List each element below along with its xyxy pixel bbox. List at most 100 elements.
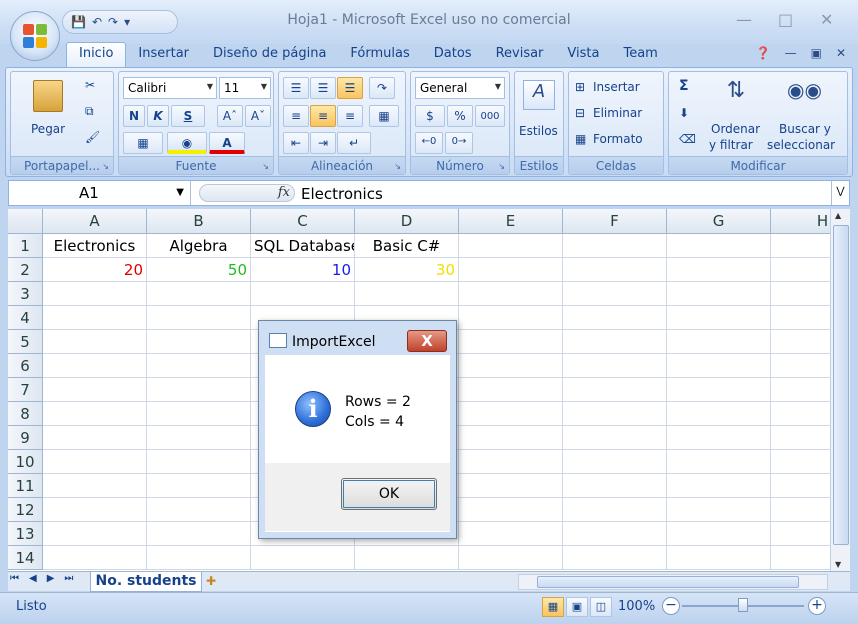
alignment-launcher-icon[interactable]: ↘ xyxy=(394,162,401,171)
cell-b14[interactable] xyxy=(147,546,251,570)
orientation-icon[interactable]: ↷ xyxy=(369,77,395,99)
clear-icon[interactable]: ⌫ xyxy=(679,132,696,146)
sort-filter-label-1[interactable]: Ordenar xyxy=(711,122,760,136)
cell-f12[interactable] xyxy=(563,498,667,522)
cell-g8[interactable] xyxy=(667,402,771,426)
cell-h2[interactable] xyxy=(771,258,830,282)
align-right-icon[interactable]: ≡ xyxy=(337,105,363,127)
column-header-c[interactable]: C xyxy=(251,209,355,234)
cell-h12[interactable] xyxy=(771,498,830,522)
row-header[interactable]: 13 xyxy=(8,522,43,546)
cell-f7[interactable] xyxy=(563,378,667,402)
cell-g11[interactable] xyxy=(667,474,771,498)
select-all-button[interactable] xyxy=(8,209,43,234)
cell-g1[interactable] xyxy=(667,234,771,258)
fill-color-icon[interactable]: ◉ xyxy=(167,132,207,154)
cell-b6[interactable] xyxy=(147,354,251,378)
cell-f10[interactable] xyxy=(563,450,667,474)
row-header[interactable]: 8 xyxy=(8,402,43,426)
cell-f9[interactable] xyxy=(563,426,667,450)
cell-e13[interactable] xyxy=(459,522,563,546)
zoom-in-icon[interactable]: + xyxy=(808,597,826,615)
cell-e1[interactable] xyxy=(459,234,563,258)
cell-d1[interactable]: Basic C# xyxy=(355,234,459,258)
workbook-minimize-icon[interactable]: — xyxy=(785,46,797,60)
cell-a10[interactable] xyxy=(43,450,147,474)
tab-revisar[interactable]: Revisar xyxy=(484,42,556,68)
format-cells-icon[interactable]: ▦ xyxy=(575,132,586,146)
cell-e8[interactable] xyxy=(459,402,563,426)
decrease-indent-icon[interactable]: ⇤ xyxy=(283,132,309,154)
cell-h5[interactable] xyxy=(771,330,830,354)
name-box[interactable]: A1 ▼ xyxy=(9,181,191,205)
workbook-close-icon[interactable]: ✕ xyxy=(836,46,846,60)
cell-f3[interactable] xyxy=(563,282,667,306)
cell-g13[interactable] xyxy=(667,522,771,546)
paste-icon[interactable] xyxy=(33,80,63,112)
cell-f5[interactable] xyxy=(563,330,667,354)
tab-formulas[interactable]: Fórmulas xyxy=(338,42,421,68)
cell-e3[interactable] xyxy=(459,282,563,306)
cell-a6[interactable] xyxy=(43,354,147,378)
cell-h6[interactable] xyxy=(771,354,830,378)
increase-indent-icon[interactable]: ⇥ xyxy=(310,132,336,154)
tab-insertar[interactable]: Insertar xyxy=(126,42,201,68)
cell-h11[interactable] xyxy=(771,474,830,498)
increase-decimal-icon[interactable]: ←0 xyxy=(415,132,443,154)
font-name-combo[interactable]: Calibri ▼ xyxy=(123,77,217,99)
paste-button[interactable]: Pegar xyxy=(31,122,65,136)
cell-f4[interactable] xyxy=(563,306,667,330)
cell-c1[interactable]: SQL Databases xyxy=(251,234,355,258)
cell-a9[interactable] xyxy=(43,426,147,450)
cell-b8[interactable] xyxy=(147,402,251,426)
cell-a11[interactable] xyxy=(43,474,147,498)
scroll-down-icon[interactable]: ▼ xyxy=(835,560,841,569)
column-header-e[interactable]: E xyxy=(459,209,563,234)
delete-cells-button[interactable]: Eliminar xyxy=(593,106,642,120)
cell-a5[interactable] xyxy=(43,330,147,354)
horizontal-scrollbar[interactable] xyxy=(518,574,828,590)
cell-g14[interactable] xyxy=(667,546,771,570)
format-cells-button[interactable]: Formato xyxy=(593,132,643,146)
cell-c2[interactable]: 10 xyxy=(251,258,355,282)
workbook-restore-icon[interactable]: ▣ xyxy=(811,46,822,60)
align-top-icon[interactable]: ☰ xyxy=(283,77,309,99)
cell-e6[interactable] xyxy=(459,354,563,378)
tab-datos[interactable]: Datos xyxy=(422,42,484,68)
insert-function-button[interactable]: fx xyxy=(199,184,295,202)
cell-e9[interactable] xyxy=(459,426,563,450)
tab-vista[interactable]: Vista xyxy=(555,42,611,68)
cell-f6[interactable] xyxy=(563,354,667,378)
align-left-icon[interactable]: ≡ xyxy=(283,105,309,127)
autosum-icon[interactable]: Σ xyxy=(679,78,689,94)
align-bottom-icon[interactable]: ☰ xyxy=(337,77,363,99)
row-header[interactable]: 7 xyxy=(8,378,43,402)
row-header[interactable]: 5 xyxy=(8,330,43,354)
cell-h1[interactable] xyxy=(771,234,830,258)
cell-d14[interactable] xyxy=(355,546,459,570)
cell-d2[interactable]: 30 xyxy=(355,258,459,282)
fill-icon[interactable]: ⬇ xyxy=(679,106,689,120)
cell-b5[interactable] xyxy=(147,330,251,354)
find-select-label-1[interactable]: Buscar y xyxy=(779,122,831,136)
row-header[interactable]: 3 xyxy=(8,282,43,306)
next-sheet-icon[interactable]: ▶ xyxy=(47,573,55,584)
align-center-icon[interactable]: ≡ xyxy=(310,105,336,127)
find-binoculars-icon[interactable]: ◉◉ xyxy=(787,78,822,108)
zoom-out-icon[interactable]: − xyxy=(662,597,680,615)
cut-icon[interactable]: ✂ xyxy=(85,78,95,92)
grow-font-icon[interactable]: Aˆ xyxy=(217,105,243,127)
number-format-combo[interactable]: General ▼ xyxy=(415,77,505,99)
row-header[interactable]: 2 xyxy=(8,258,43,282)
horizontal-scroll-thumb[interactable] xyxy=(537,576,799,588)
cell-h4[interactable] xyxy=(771,306,830,330)
cell-b4[interactable] xyxy=(147,306,251,330)
close-icon[interactable]: ✕ xyxy=(820,10,833,29)
cell-h14[interactable] xyxy=(771,546,830,570)
wrap-text-icon[interactable]: ↵ xyxy=(337,132,371,154)
normal-view-icon[interactable]: ▦ xyxy=(542,597,564,617)
italic-button[interactable]: K xyxy=(147,105,169,127)
column-header-b[interactable]: B xyxy=(147,209,251,234)
cell-g4[interactable] xyxy=(667,306,771,330)
cell-g2[interactable] xyxy=(667,258,771,282)
